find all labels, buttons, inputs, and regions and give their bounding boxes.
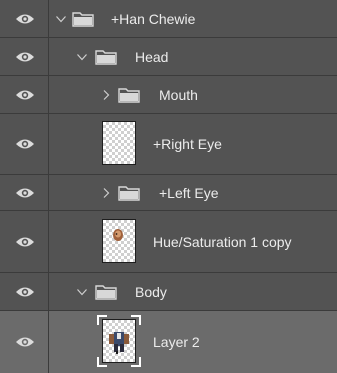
layer-row-body[interactable]: Body [0, 273, 337, 311]
visibility-cell[interactable] [0, 273, 49, 310]
visibility-cell[interactable] [0, 311, 49, 373]
visibility-cell[interactable] [0, 76, 49, 113]
layer-row-han-chewie[interactable]: +Han Chewie [0, 0, 337, 38]
chevron-down-icon[interactable] [76, 286, 88, 298]
folder-icon [72, 11, 94, 27]
chevron-right-icon[interactable] [100, 187, 112, 199]
layer-row-mouth[interactable]: Mouth [0, 76, 337, 114]
layer-row-layer-2[interactable]: Layer 2 [0, 311, 337, 373]
layer-name: +Left Eye [159, 185, 219, 201]
visibility-cell[interactable] [0, 38, 49, 75]
layer-name: +Han Chewie [111, 11, 196, 27]
chevron-down-icon[interactable] [76, 51, 88, 63]
eye-icon[interactable] [15, 51, 35, 63]
visibility-cell[interactable] [0, 0, 49, 37]
layer-row-left-eye[interactable]: +Left Eye [0, 175, 337, 211]
visibility-cell[interactable] [0, 114, 49, 174]
folder-icon [118, 87, 140, 103]
layer-name: +Right Eye [153, 136, 222, 152]
folder-icon [95, 284, 117, 300]
visibility-cell[interactable] [0, 175, 49, 210]
eye-icon[interactable] [15, 89, 35, 101]
body-thumbnail-icon [109, 332, 129, 354]
eye-icon[interactable] [15, 187, 35, 199]
eye-icon[interactable] [15, 336, 35, 348]
layer-name: Mouth [159, 87, 198, 103]
layer-row-hue-saturation-copy[interactable]: Hue/Saturation 1 copy [0, 211, 337, 273]
folder-icon [118, 185, 140, 201]
layer-row-right-eye[interactable]: +Right Eye [0, 114, 337, 175]
eye-icon[interactable] [15, 236, 35, 248]
eye-icon[interactable] [15, 138, 35, 150]
layer-name: Head [135, 49, 169, 65]
chevron-down-icon[interactable] [55, 13, 67, 25]
layer-row-head[interactable]: Head [0, 38, 337, 76]
eye-icon[interactable] [15, 13, 35, 25]
visibility-cell[interactable] [0, 211, 49, 272]
folder-icon [95, 49, 117, 65]
layer-thumbnail[interactable] [102, 319, 136, 363]
face-thumbnail-icon [113, 229, 123, 241]
layers-panel: +Han Chewie Head Mouth +Right Eye +Left … [0, 0, 337, 373]
layer-thumbnail[interactable] [102, 219, 136, 263]
layer-name: Hue/Saturation 1 copy [153, 234, 292, 250]
eye-icon[interactable] [15, 286, 35, 298]
layer-name: Layer 2 [153, 334, 200, 350]
layer-name: Body [135, 284, 167, 300]
layer-thumbnail[interactable] [102, 121, 136, 165]
chevron-right-icon[interactable] [100, 89, 112, 101]
